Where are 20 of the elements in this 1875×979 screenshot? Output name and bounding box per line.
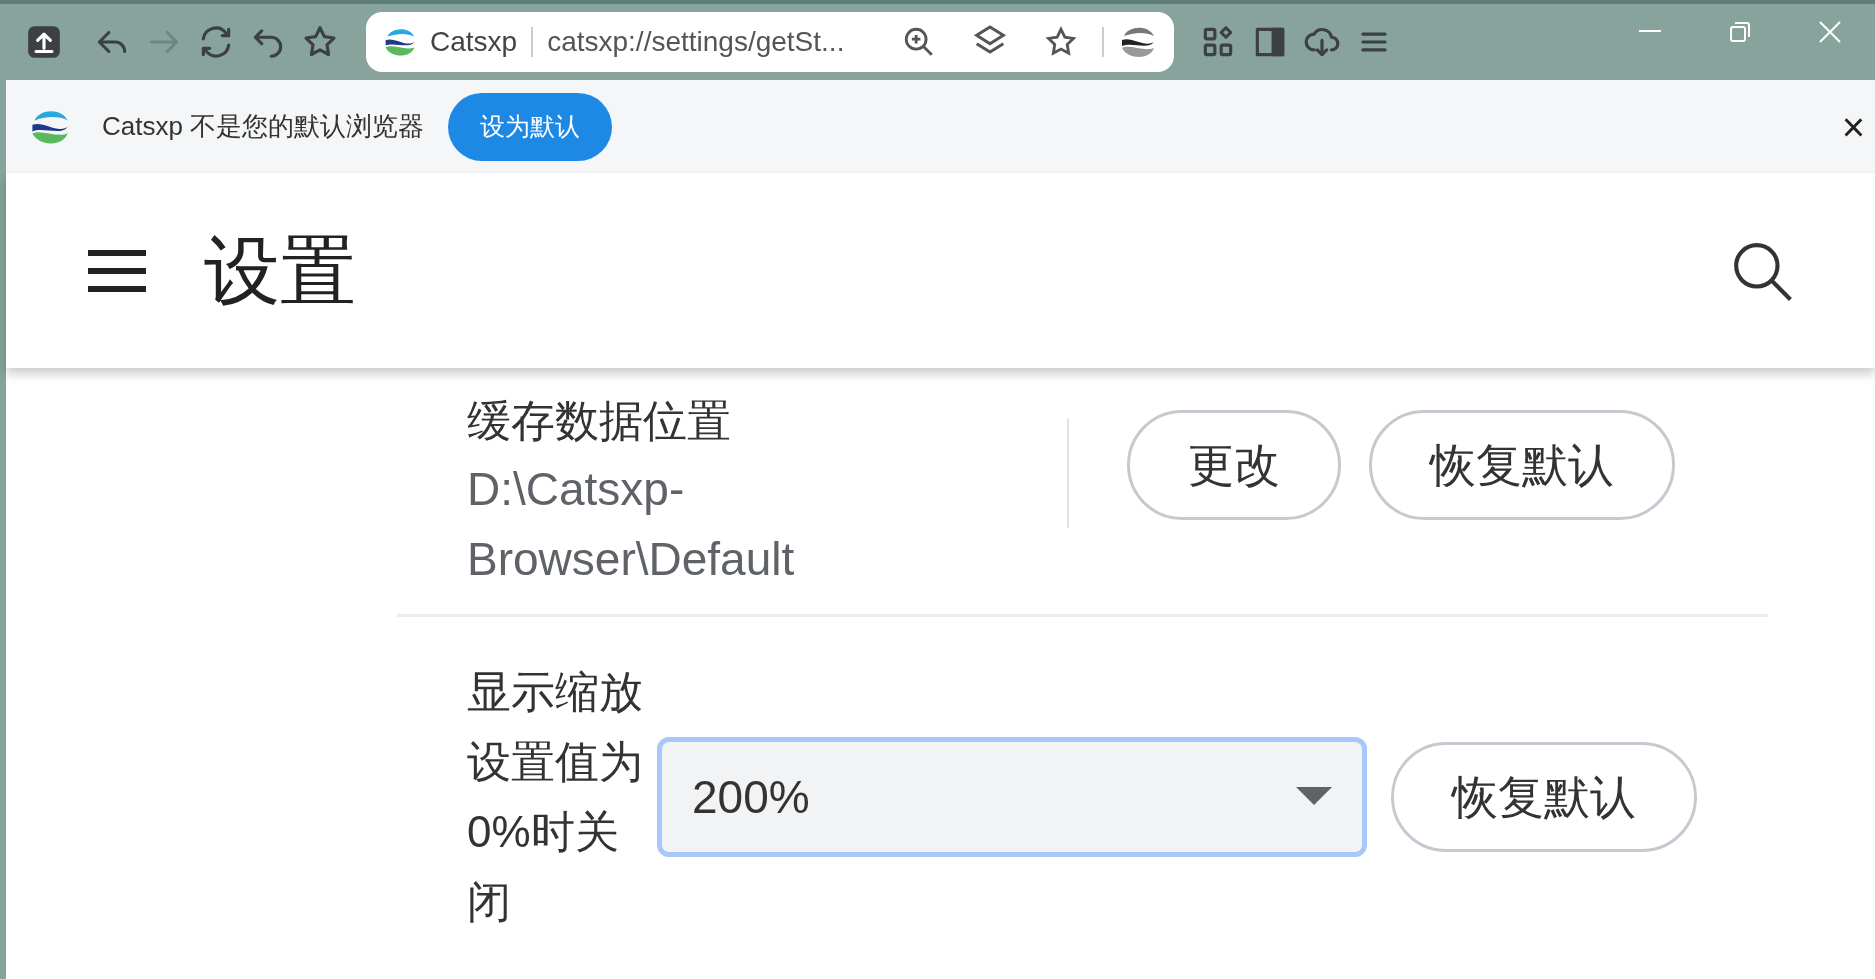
banner-message: Catsxp 不是您的默认浏览器 <box>102 110 425 143</box>
zoom-in-icon[interactable] <box>902 25 936 59</box>
restore-icon <box>1729 21 1751 43</box>
menu-icon[interactable] <box>88 249 146 292</box>
path-value: D:\Catsxp-Browser\Default <box>467 462 796 587</box>
pill-button[interactable]: 更改 <box>1127 410 1341 520</box>
close-icon <box>1819 21 1841 43</box>
set-default-button[interactable]: 设为默认 <box>448 92 613 161</box>
address-bar[interactable]: Catsxp catsxp://settings/getSt... <box>366 12 1174 72</box>
dropdown-caret-icon <box>1296 787 1332 807</box>
page-title: 设置 <box>204 226 356 315</box>
url-text: catsxp://settings/getSt... <box>547 25 845 59</box>
setting-label: 显示缩放设置值为0%时关闭 <box>467 666 644 928</box>
site-name: Catsxp <box>430 25 518 59</box>
setting-label: 缓存数据位置 <box>467 395 732 447</box>
pill-button[interactable]: 恢复默认 <box>1391 742 1697 852</box>
minimize-icon <box>1639 30 1661 34</box>
pill-button[interactable]: 恢复默认 <box>1369 410 1675 520</box>
zoom-select[interactable]: 200% <box>657 737 1367 857</box>
close-button[interactable]: × <box>1841 106 1865 147</box>
